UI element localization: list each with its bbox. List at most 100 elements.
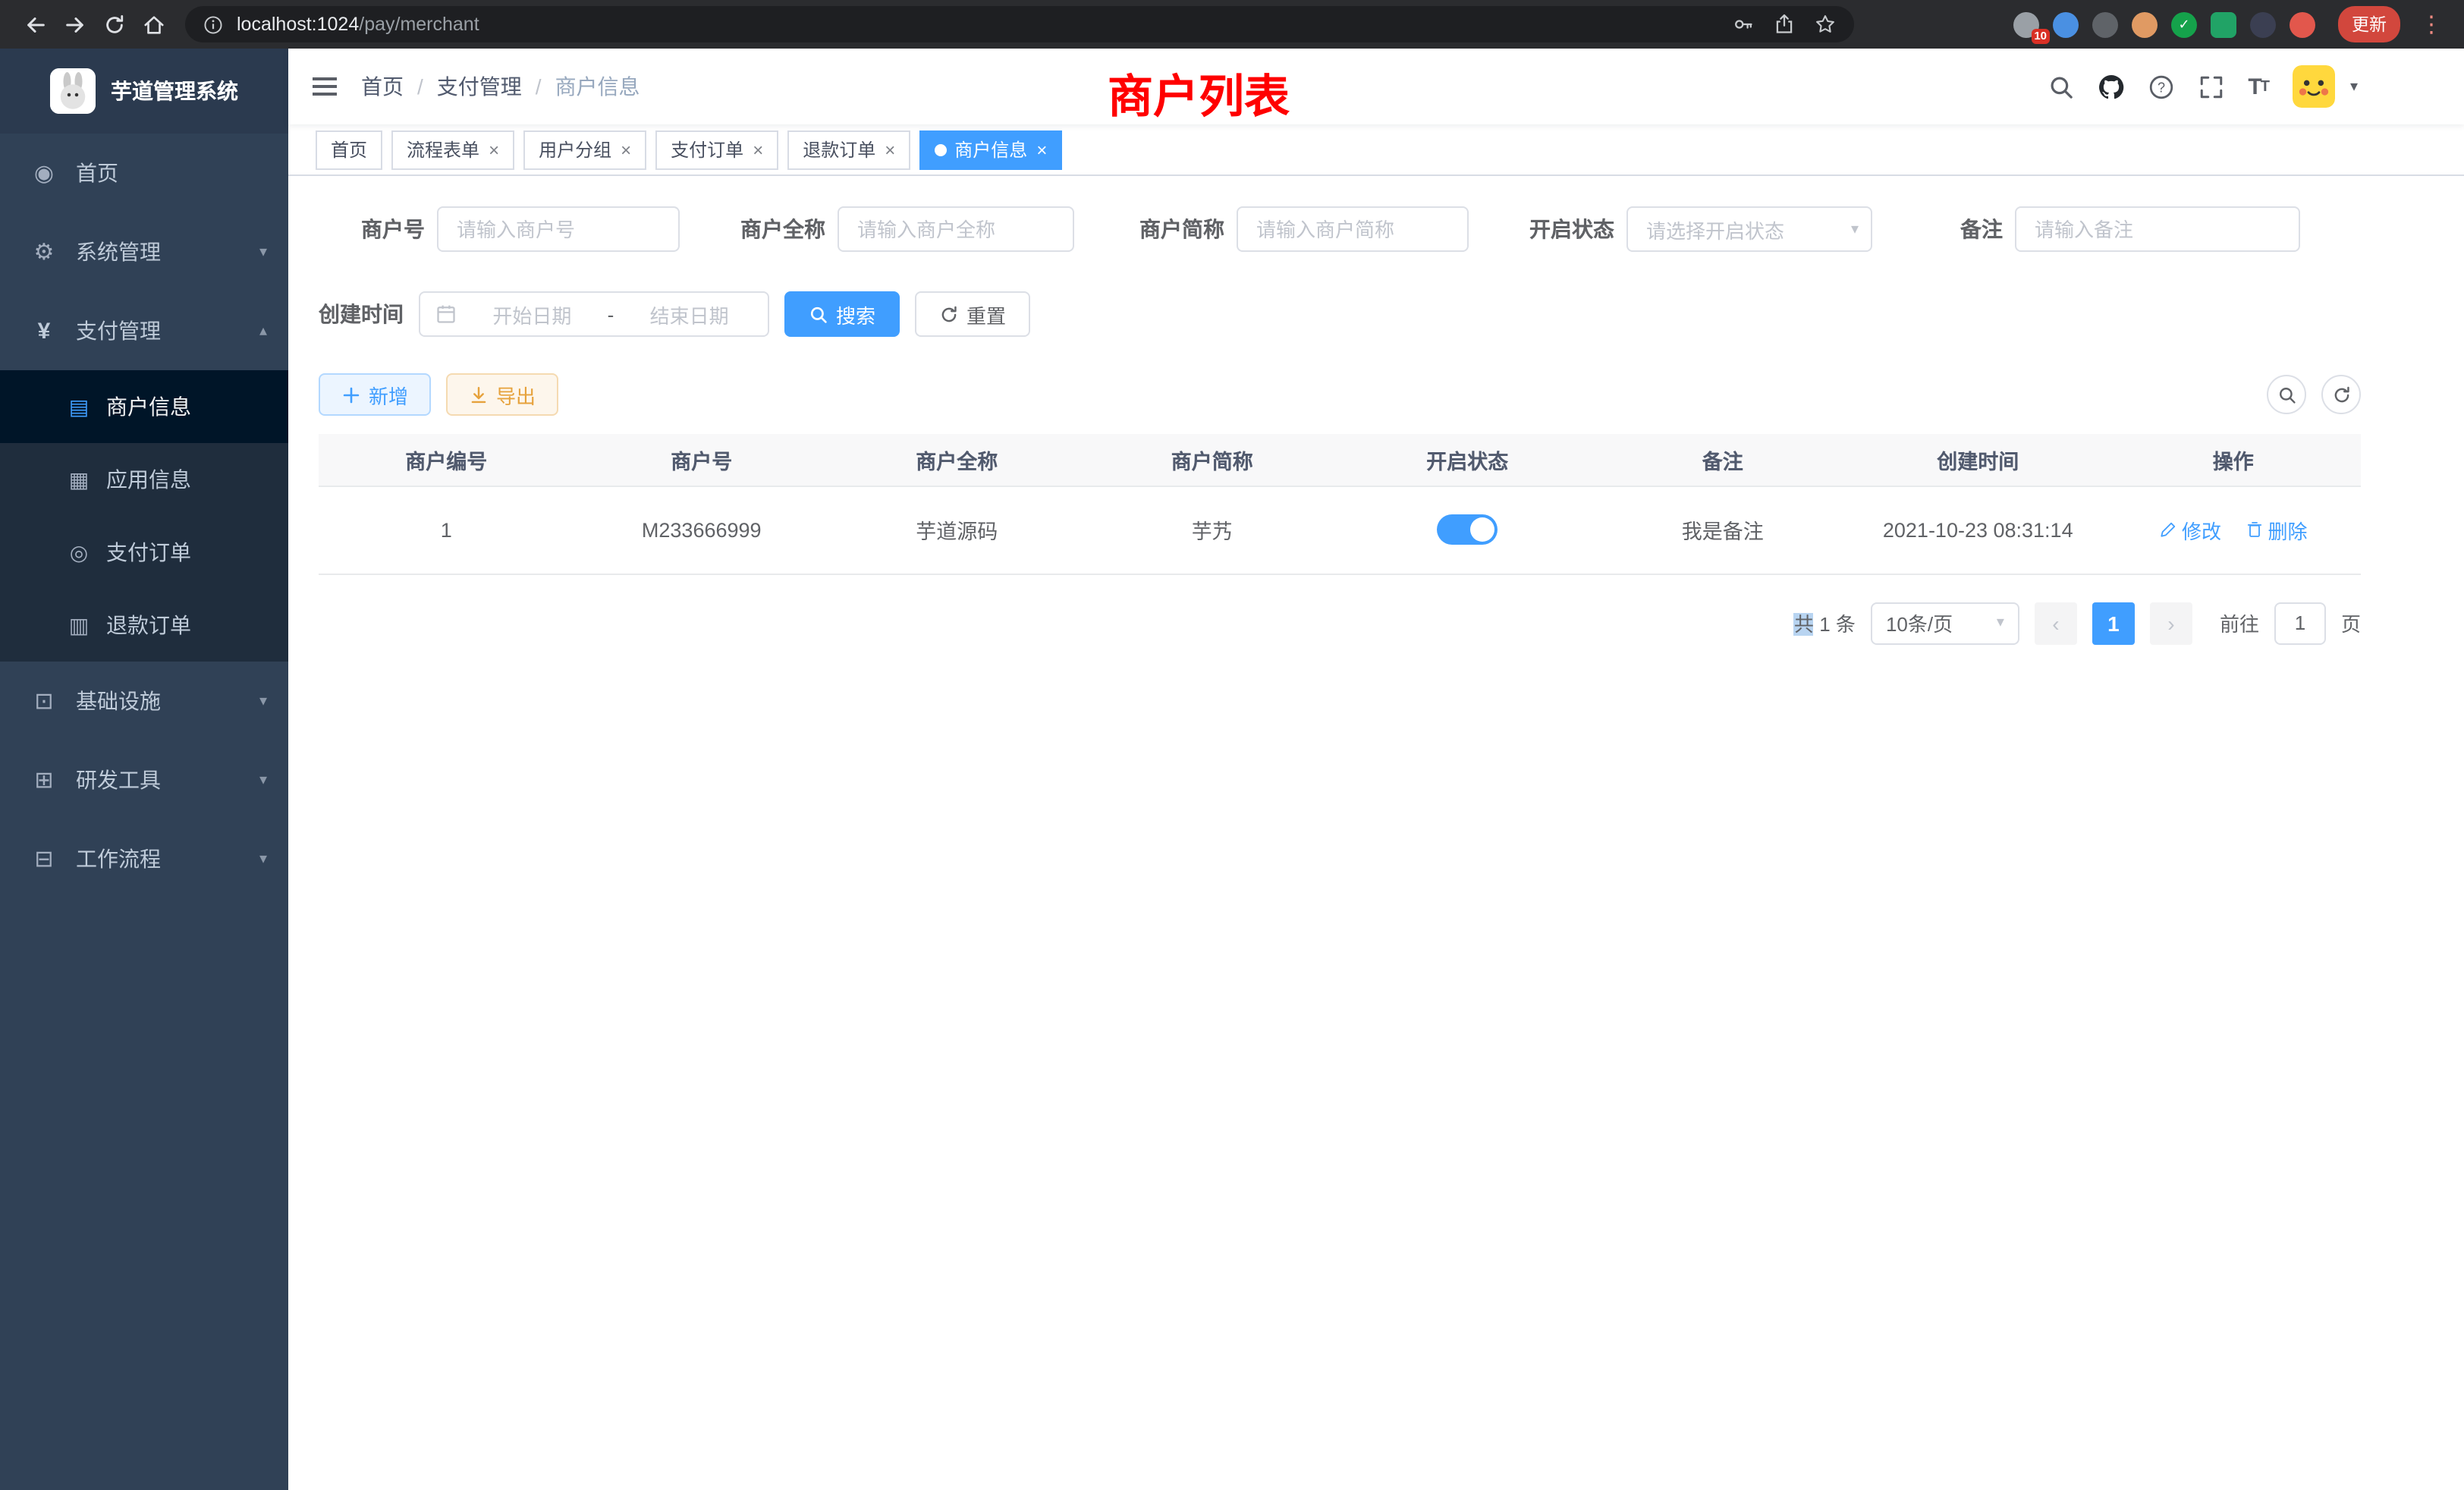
password-key-icon[interactable] xyxy=(1733,14,1754,35)
tab-label: 首页 xyxy=(331,137,367,162)
filter-row-1: 商户号 商户全称 商户简称 开启状态 请选择开启状态 xyxy=(319,206,2361,252)
sidebar-item-refund-order[interactable]: ▥ 退款订单 xyxy=(0,589,288,662)
reset-button-label: 重置 xyxy=(966,300,1006,328)
sidebar-item-label: 首页 xyxy=(76,158,118,188)
browser-update-button[interactable]: 更新 xyxy=(2338,6,2400,42)
edit-link[interactable]: 修改 xyxy=(2159,515,2221,544)
extension-icon[interactable] xyxy=(2053,11,2079,37)
extension-icon[interactable] xyxy=(2250,11,2276,37)
tab-merchant-info[interactable]: 商户信息× xyxy=(919,130,1062,169)
chevron-down-icon: ▾ xyxy=(259,772,267,788)
extension-icon[interactable]: ✓ xyxy=(2171,11,2197,37)
cell-remark: 我是备注 xyxy=(1595,486,1851,574)
search-icon[interactable] xyxy=(2048,74,2073,99)
remark-label: 备注 xyxy=(1954,214,2015,244)
add-button[interactable]: 新增 xyxy=(319,373,431,416)
page-annotation: 商户列表 xyxy=(1108,59,1290,126)
tab-process-form[interactable]: 流程表单 × xyxy=(391,130,514,169)
next-page-button[interactable]: › xyxy=(2150,602,2192,644)
tab-pay-order[interactable]: 支付订单 × xyxy=(655,130,778,169)
sidebar-item-infrastructure[interactable]: ⊡ 基础设施 ▾ xyxy=(0,662,288,740)
status-select-placeholder: 请选择开启状态 xyxy=(1646,215,1784,244)
tab-home[interactable]: 首页 xyxy=(316,130,382,169)
prev-page-button[interactable]: ‹ xyxy=(2035,602,2077,644)
extension-icon[interactable] xyxy=(2132,11,2158,37)
caret-down-icon[interactable]: ▾ xyxy=(2350,78,2358,95)
total-text: 共 1 条 xyxy=(1794,608,1856,637)
status-toggle[interactable] xyxy=(1437,514,1498,545)
status-select[interactable]: 请选择开启状态 ▾ xyxy=(1626,206,1872,252)
extension-icon[interactable] xyxy=(2211,11,2236,37)
goto-page-input[interactable] xyxy=(2274,602,2326,644)
sidebar-item-dev-tools[interactable]: ⊞ 研发工具 ▾ xyxy=(0,740,288,819)
help-icon[interactable]: ? xyxy=(2148,74,2173,99)
refresh-button[interactable] xyxy=(2321,375,2361,414)
full-name-input[interactable] xyxy=(838,206,1074,252)
browser-reload-icon[interactable] xyxy=(94,5,134,44)
sidebar-item-pay-order[interactable]: ◎ 支付订单 xyxy=(0,516,288,589)
extension-icon[interactable]: 10 xyxy=(2013,11,2039,37)
col-header: 商户全称 xyxy=(829,434,1085,486)
github-icon[interactable] xyxy=(2098,74,2123,99)
font-size-icon[interactable]: TT xyxy=(2248,74,2268,99)
reset-button[interactable]: 重置 xyxy=(915,291,1030,337)
end-date-placeholder[interactable]: 结束日期 xyxy=(626,300,753,328)
tab-label: 用户分组 xyxy=(539,137,611,162)
close-icon[interactable]: × xyxy=(753,140,763,159)
site-info-icon[interactable] xyxy=(203,14,223,34)
browser-back-icon[interactable] xyxy=(15,5,55,44)
toggle-search-button[interactable] xyxy=(2267,375,2306,414)
close-icon[interactable]: × xyxy=(489,140,499,159)
sidebar-item-system[interactable]: ⚙ 系统管理 ▾ xyxy=(0,212,288,291)
col-header: 商户简称 xyxy=(1085,434,1340,486)
cell-actions: 修改 删除 xyxy=(2106,486,2362,574)
remark-input[interactable] xyxy=(2015,206,2300,252)
extension-icon[interactable] xyxy=(2290,11,2315,37)
sidebar-item-payment[interactable]: ¥ 支付管理 ▴ xyxy=(0,291,288,370)
user-avatar[interactable] xyxy=(2293,65,2335,108)
sidebar-item-workflow[interactable]: ⊟ 工作流程 ▾ xyxy=(0,819,288,898)
share-icon[interactable] xyxy=(1774,14,1795,35)
browser-menu-icon[interactable]: ⋮ xyxy=(2414,11,2449,38)
hamburger-icon[interactable] xyxy=(288,73,361,100)
short-name-input[interactable] xyxy=(1237,206,1469,252)
browser-home-icon[interactable] xyxy=(134,5,173,44)
close-icon[interactable]: × xyxy=(621,140,631,159)
merchant-no-input[interactable] xyxy=(437,206,680,252)
total-suffix: 条 xyxy=(1836,613,1856,636)
breadcrumb: 首页 / 支付管理 / 商户信息 xyxy=(361,71,640,102)
close-icon[interactable]: × xyxy=(885,140,895,159)
start-date-placeholder[interactable]: 开始日期 xyxy=(469,300,596,328)
extension-icon[interactable] xyxy=(2092,11,2118,37)
sidebar-item-merchant-info[interactable]: ▤ 商户信息 xyxy=(0,370,288,443)
browser-forward-icon[interactable] xyxy=(55,5,94,44)
page-size-value: 10条/页 xyxy=(1886,608,1953,637)
extension-badge: 10 xyxy=(2031,28,2050,43)
search-button[interactable]: 搜索 xyxy=(784,291,900,337)
tab-label: 支付订单 xyxy=(671,137,743,162)
page-size-select[interactable]: 10条/页 ▾ xyxy=(1871,602,2019,644)
col-header: 操作 xyxy=(2106,434,2362,486)
breadcrumb-payment[interactable]: 支付管理 xyxy=(437,71,522,102)
search-button-label: 搜索 xyxy=(836,300,875,328)
tab-refund-order[interactable]: 退款订单× xyxy=(787,130,910,169)
export-button[interactable]: 导出 xyxy=(446,373,558,416)
address-bar[interactable]: localhost:1024/pay/merchant xyxy=(185,6,1854,42)
page-number-button[interactable]: 1 xyxy=(2092,602,2135,644)
goto-label: 前往 xyxy=(2220,608,2259,637)
tab-label: 流程表单 xyxy=(407,137,479,162)
filter-row-2: 创建时间 开始日期 - 结束日期 搜索 xyxy=(319,291,2361,337)
delete-link[interactable]: 删除 xyxy=(2246,515,2308,544)
date-range-picker[interactable]: 开始日期 - 结束日期 xyxy=(419,291,769,337)
sidebar-item-home[interactable]: ◉ 首页 xyxy=(0,134,288,212)
sidebar-item-label: 退款订单 xyxy=(106,610,191,640)
close-icon[interactable]: × xyxy=(1036,140,1047,159)
bookmark-star-icon[interactable] xyxy=(1815,14,1836,35)
breadcrumb-home[interactable]: 首页 xyxy=(361,71,404,102)
pagination: 共 1 条 10条/页 ▾ ‹ 1 › 前往 页 xyxy=(319,602,2361,644)
tab-user-group[interactable]: 用户分组 × xyxy=(523,130,646,169)
sidebar-item-label: 系统管理 xyxy=(76,237,161,267)
fullscreen-icon[interactable] xyxy=(2198,74,2224,99)
app-logo[interactable]: 芋道管理系统 xyxy=(0,49,288,134)
sidebar-item-app-info[interactable]: ▦ 应用信息 xyxy=(0,443,288,516)
